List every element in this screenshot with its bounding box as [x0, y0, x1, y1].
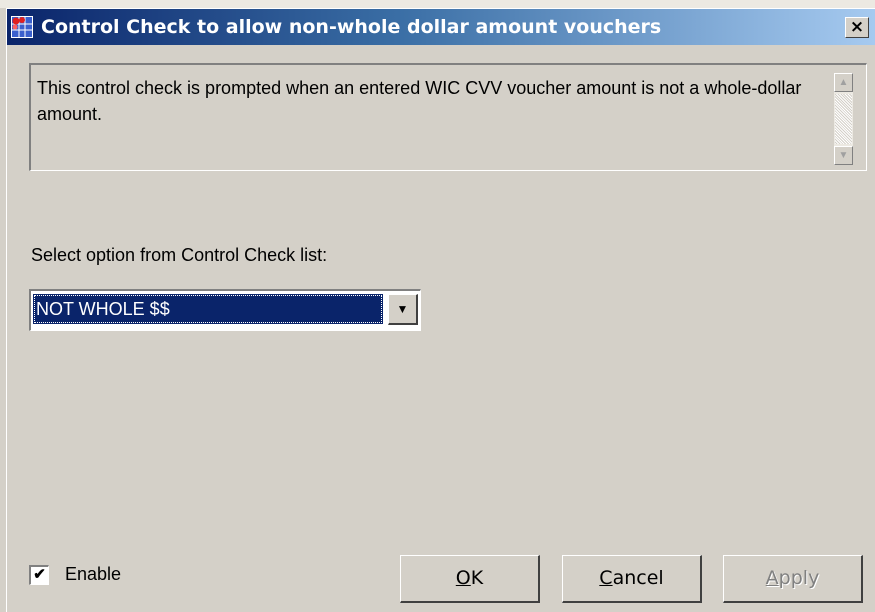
ok-label-rest: K — [470, 567, 484, 589]
apply-accelerator: A — [765, 567, 779, 589]
close-icon: × — [849, 17, 865, 37]
cancel-label-rest: ancel — [612, 567, 664, 589]
control-check-label: Select option from Control Check list: — [31, 245, 328, 265]
ok-accelerator: O — [455, 567, 471, 589]
dropdown-button[interactable]: ▼ — [388, 294, 418, 325]
enable-label: Enable — [65, 564, 122, 584]
checkmark-icon: ✔ — [33, 566, 46, 583]
dialog-window: Control Check to allow non-whole dollar … — [6, 8, 875, 612]
ok-button[interactable]: OK — [400, 555, 540, 603]
control-check-selected-value[interactable]: NOT WHOLE $$ — [33, 294, 383, 324]
control-check-select[interactable]: NOT WHOLE $$ ▼ — [29, 289, 421, 331]
window-title: Control Check to allow non-whole dollar … — [41, 16, 662, 38]
scroll-down-arrow-icon: ▼ — [838, 150, 849, 161]
description-scrollbar[interactable]: ▲ ▼ — [834, 73, 853, 165]
scroll-track[interactable] — [835, 94, 852, 144]
chevron-down-icon: ▼ — [396, 302, 409, 316]
scroll-up-button[interactable]: ▲ — [834, 73, 853, 92]
description-box[interactable]: This control check is prompted when an e… — [29, 63, 867, 171]
scroll-up-arrow-icon: ▲ — [838, 77, 849, 88]
title-bar[interactable]: Control Check to allow non-whole dollar … — [7, 9, 875, 45]
scroll-down-button[interactable]: ▼ — [834, 146, 853, 165]
apply-button: Apply — [723, 555, 863, 603]
close-button[interactable]: × — [845, 17, 869, 38]
apply-label-rest: pply — [778, 567, 820, 589]
description-text: This control check is prompted when an e… — [37, 78, 802, 124]
enable-checkbox[interactable]: ✔ — [29, 565, 49, 585]
cancel-button[interactable]: Cancel — [562, 555, 702, 603]
cancel-accelerator: C — [599, 567, 613, 589]
app-grid-icon — [11, 16, 33, 38]
background-strip — [0, 0, 875, 8]
